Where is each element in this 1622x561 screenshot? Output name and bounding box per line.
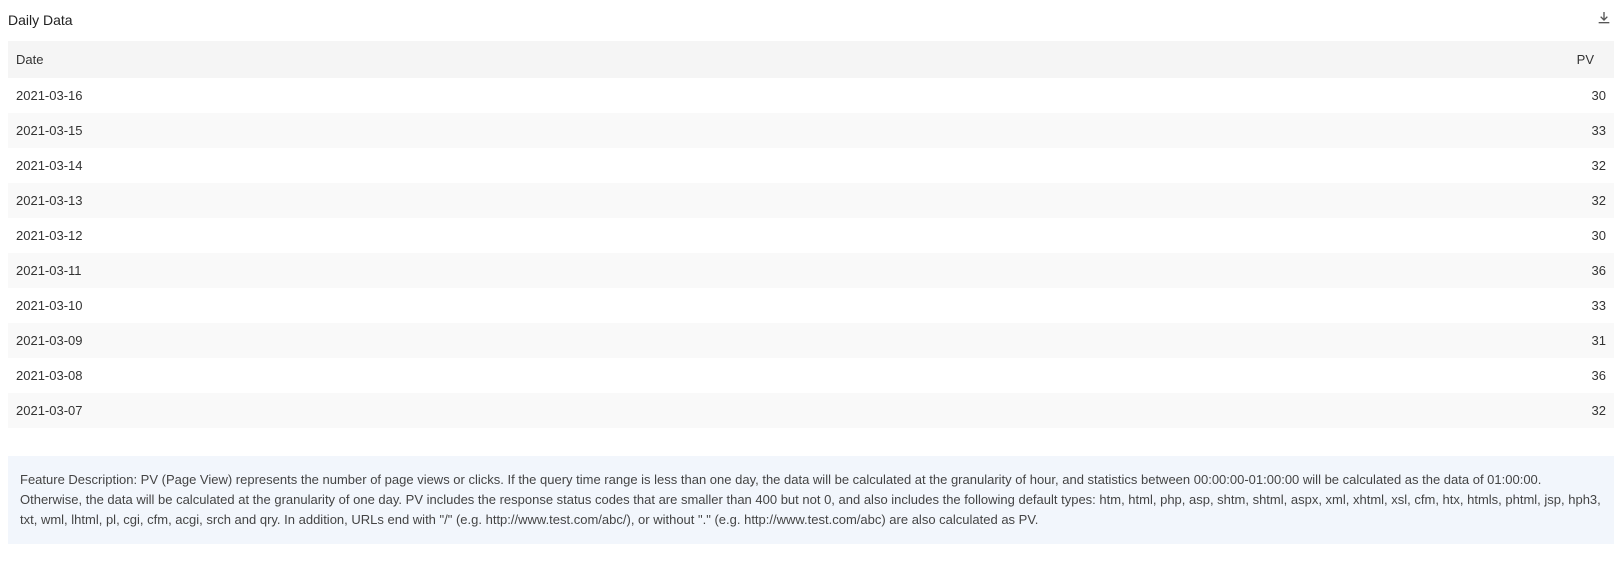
table-row: 2021-03-1432 xyxy=(8,148,1614,183)
table-scroll-area[interactable]: 2021-03-16302021-03-15332021-03-14322021… xyxy=(8,78,1614,428)
cell-date: 2021-03-13 xyxy=(8,183,1534,218)
cell-date: 2021-03-12 xyxy=(8,218,1534,253)
cell-date: 2021-03-11 xyxy=(8,253,1534,288)
feature-description: Feature Description: PV (Page View) repr… xyxy=(8,456,1614,544)
cell-pv: 33 xyxy=(1534,288,1614,323)
cell-pv: 33 xyxy=(1534,113,1614,148)
section-title: Daily Data xyxy=(8,12,73,28)
cell-pv: 32 xyxy=(1534,148,1614,183)
col-header-pv: PV xyxy=(794,41,1614,78)
cell-date: 2021-03-07 xyxy=(8,393,1534,428)
table-row: 2021-03-0836 xyxy=(8,358,1614,393)
table-row: 2021-03-1033 xyxy=(8,288,1614,323)
cell-date: 2021-03-09 xyxy=(8,323,1534,358)
cell-date: 2021-03-16 xyxy=(8,78,1534,113)
cell-pv: 30 xyxy=(1534,78,1614,113)
cell-date: 2021-03-14 xyxy=(8,148,1534,183)
table-row: 2021-03-0732 xyxy=(8,393,1614,428)
cell-pv: 36 xyxy=(1534,253,1614,288)
table-row: 2021-03-1332 xyxy=(8,183,1614,218)
cell-date: 2021-03-08 xyxy=(8,358,1534,393)
cell-pv: 31 xyxy=(1534,323,1614,358)
cell-pv: 32 xyxy=(1534,393,1614,428)
download-icon xyxy=(1596,10,1612,29)
col-header-date: Date xyxy=(8,41,794,78)
table-row: 2021-03-1136 xyxy=(8,253,1614,288)
download-button[interactable] xyxy=(1594,8,1614,31)
table-row: 2021-03-1533 xyxy=(8,113,1614,148)
section-header: Daily Data xyxy=(8,6,1614,41)
cell-date: 2021-03-15 xyxy=(8,113,1534,148)
cell-pv: 32 xyxy=(1534,183,1614,218)
daily-data-table: Date PV 2021-03-16302021-03-15332021-03-… xyxy=(8,41,1614,428)
table-row: 2021-03-1230 xyxy=(8,218,1614,253)
cell-date: 2021-03-10 xyxy=(8,288,1534,323)
cell-pv: 36 xyxy=(1534,358,1614,393)
table-row: 2021-03-0931 xyxy=(8,323,1614,358)
table-row: 2021-03-1630 xyxy=(8,78,1614,113)
cell-pv: 30 xyxy=(1534,218,1614,253)
